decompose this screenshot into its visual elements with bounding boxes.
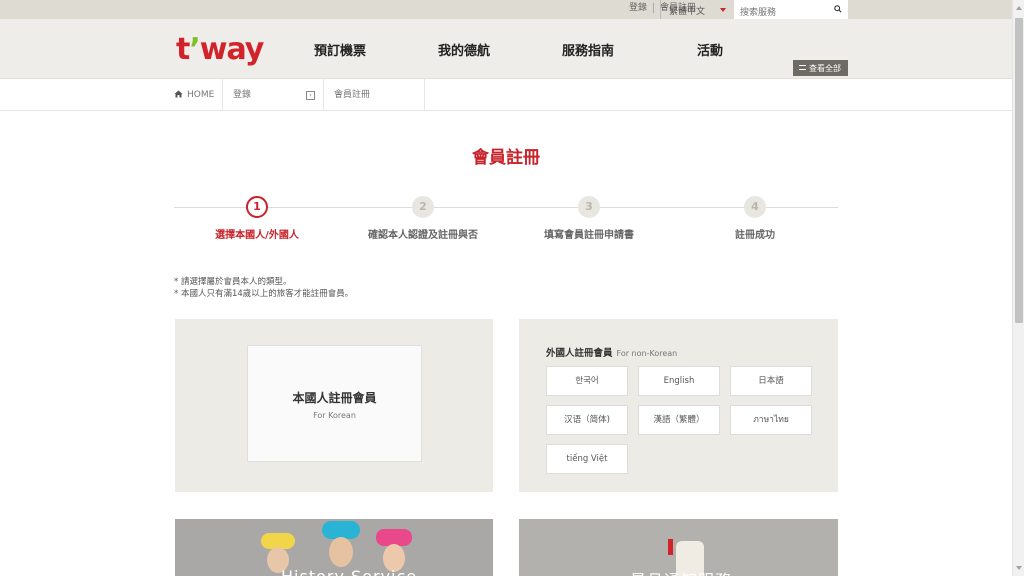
language-select[interactable]: 繁體中文 <box>660 0 732 19</box>
breadcrumb-divider <box>424 79 425 111</box>
breadcrumb-divider <box>222 79 223 111</box>
logo[interactable]: t’way <box>176 32 265 67</box>
scroll-thumb[interactable] <box>1015 18 1023 323</box>
lang-button-vietnamese[interactable]: tiếng Việt <box>546 444 628 474</box>
home-icon <box>174 90 183 98</box>
page: 登錄 會員註冊 繁體中文 t’way 預訂機票 我的德航 服務指南 活動 查看全… <box>0 0 1012 576</box>
foreign-heading: 外國人註冊會員 For non-Korean <box>546 345 677 359</box>
step-3: 3 填寫會員註冊申請書 <box>514 196 664 241</box>
logo-apostrophe: ’ <box>189 32 200 67</box>
lang-button-english[interactable]: English <box>638 366 720 396</box>
history-service-banner[interactable]: History Service <box>175 519 493 576</box>
breadcrumb-home-label: HOME <box>187 90 215 100</box>
menu-my-tway[interactable]: 我的德航 <box>438 40 490 59</box>
notes: * 請選擇屬於會員本人的類型。 * 本國人只有滿14歲以上的旅客才能註冊會員。 <box>174 276 353 300</box>
page-title: 會員註冊 <box>472 148 540 168</box>
banner-title: History Service <box>281 567 417 576</box>
step-number: 1 <box>246 196 268 218</box>
lang-button-korean[interactable]: 한국어 <box>546 366 628 396</box>
step-2: 2 確認本人認證及註冊與否 <box>348 196 498 241</box>
logo-way: way <box>199 32 265 67</box>
logo-t: t <box>176 32 190 67</box>
utility-bar: 登錄 會員註冊 繁體中文 <box>0 0 1012 23</box>
breadcrumb: HOME 登錄 › 會員註冊 <box>0 79 1012 111</box>
korean-signup-subtitle: For Korean <box>313 411 356 420</box>
menu-book-ticket[interactable]: 預訂機票 <box>314 40 366 59</box>
step-1: 1 選擇本國人/外國人 <box>182 196 332 241</box>
login-link[interactable]: 登錄 <box>623 3 653 13</box>
caret-down-icon <box>720 8 726 12</box>
step-label: 選擇本國人/外國人 <box>215 230 299 241</box>
step-label: 確認本人認證及註冊與否 <box>368 230 478 241</box>
scrollbar[interactable] <box>1012 0 1024 576</box>
step-number: 2 <box>412 196 434 218</box>
step-4: 4 註冊成功 <box>680 196 830 241</box>
lang-button-thai[interactable]: ภาษาไทย <box>730 405 812 435</box>
step-number: 3 <box>578 196 600 218</box>
breadcrumb-home[interactable]: HOME <box>174 79 214 111</box>
note-line: * 請選擇屬於會員本人的類型。 <box>174 277 292 287</box>
step-label: 填寫會員註冊申請書 <box>544 230 634 241</box>
breadcrumb-login[interactable]: 登錄 <box>233 79 251 111</box>
lang-button-traditional-chinese[interactable]: 漢語（繁體） <box>638 405 720 435</box>
main-nav: t’way 預訂機票 我的德航 服務指南 活動 查看全部 <box>0 19 1012 79</box>
lang-button-japanese[interactable]: 日本語 <box>730 366 812 396</box>
search-icon[interactable] <box>834 5 842 13</box>
chevron-right-icon[interactable]: › <box>306 91 315 100</box>
korean-panel: 本國人註冊會員 For Korean <box>175 319 493 492</box>
korean-signup-button[interactable]: 本國人註冊會員 For Korean <box>247 345 422 462</box>
menu-icon <box>799 65 806 70</box>
notification-service-banner[interactable]: 最旦通知服務 <box>519 519 838 576</box>
person-image <box>329 537 353 567</box>
scroll-down-icon[interactable] <box>1016 566 1022 570</box>
banner-title: 最旦通知服務 <box>630 567 732 576</box>
foreign-panel: 外國人註冊會員 For non-Korean 한국어 English 日本語 汉语… <box>519 319 838 492</box>
menu-events[interactable]: 活動 <box>697 40 723 59</box>
search-box <box>734 0 848 23</box>
lang-button-simplified-chinese[interactable]: 汉语（简体) <box>546 405 628 435</box>
flag-image <box>668 539 673 555</box>
breadcrumb-divider <box>323 79 324 111</box>
korean-signup-title: 本國人註冊會員 <box>292 391 377 405</box>
breadcrumb-signup[interactable]: 會員註冊 <box>334 79 370 111</box>
step-label: 註冊成功 <box>735 230 775 241</box>
view-all-label: 查看全部 <box>809 64 841 73</box>
note-line: * 本國人只有滿14歲以上的旅客才能註冊會員。 <box>174 289 354 299</box>
foreign-subtitle: For non-Korean <box>616 349 678 358</box>
foreign-title: 外國人註冊會員 <box>546 348 613 359</box>
language-label: 繁體中文 <box>669 7 706 17</box>
scroll-up-icon[interactable] <box>1016 6 1022 10</box>
menu-service-guide[interactable]: 服務指南 <box>562 40 614 59</box>
view-all-button[interactable]: 查看全部 <box>793 60 848 76</box>
step-number: 4 <box>744 196 766 218</box>
